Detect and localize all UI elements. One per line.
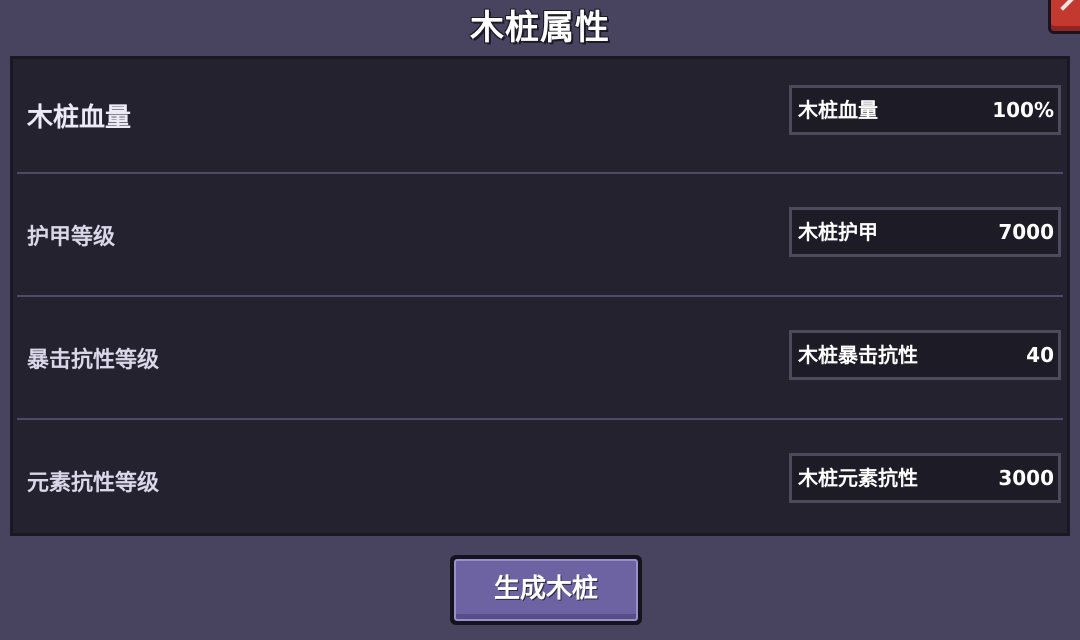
stake-element-resist-field-name: 木桩元素抗性 (798, 466, 918, 490)
stake-element-resist-input[interactable]: 木桩元素抗性 3000 (789, 453, 1061, 503)
row-armor-level: 护甲等级 木桩护甲 7000 (13, 175, 1067, 298)
stake-crit-resist-field-value: 40 (1026, 343, 1054, 367)
stake-hp-field-name: 木桩血量 (798, 98, 878, 122)
attributes-panel: 木桩血量 木桩血量 100% 护甲等级 木桩护甲 7000 暴击抗性等级 木桩暴… (10, 56, 1070, 536)
dialog-title: 木桩属性 (470, 8, 610, 48)
row-stake-hp: 木桩血量 木桩血量 100% (13, 59, 1067, 182)
row-label-crit-resist-level: 暴击抗性等级 (27, 348, 160, 373)
stake-armor-field-name: 木桩护甲 (798, 220, 878, 244)
generate-stake-button[interactable]: 生成木桩 (454, 559, 638, 621)
row-label-armor-level: 护甲等级 (27, 225, 116, 250)
row-crit-resist-level: 暴击抗性等级 木桩暴击抗性 40 (13, 298, 1067, 421)
generate-button-frame: 生成木桩 (450, 555, 642, 625)
row-divider (17, 172, 1063, 174)
stake-hp-input[interactable]: 木桩血量 100% (789, 85, 1061, 135)
stake-element-resist-field-value: 3000 (998, 466, 1054, 490)
close-icon (1060, 0, 1076, 11)
row-label-element-resist-level: 元素抗性等级 (27, 471, 160, 496)
stake-armor-input[interactable]: 木桩护甲 7000 (789, 207, 1061, 257)
row-element-resist-level: 元素抗性等级 木桩元素抗性 3000 (13, 421, 1067, 544)
stake-attributes-dialog: 木桩属性 木桩血量 木桩血量 100% 护甲等级 木桩护甲 7000 暴击抗性等… (0, 0, 1080, 640)
row-label-stake-hp: 木桩血量 (27, 103, 132, 133)
stake-crit-resist-input[interactable]: 木桩暴击抗性 40 (789, 330, 1061, 380)
stake-armor-field-value: 7000 (998, 220, 1054, 244)
close-button[interactable] (1048, 0, 1080, 34)
row-divider (17, 295, 1063, 297)
stake-crit-resist-field-name: 木桩暴击抗性 (798, 343, 918, 367)
row-divider (17, 418, 1063, 420)
stake-hp-field-value: 100% (992, 98, 1054, 122)
